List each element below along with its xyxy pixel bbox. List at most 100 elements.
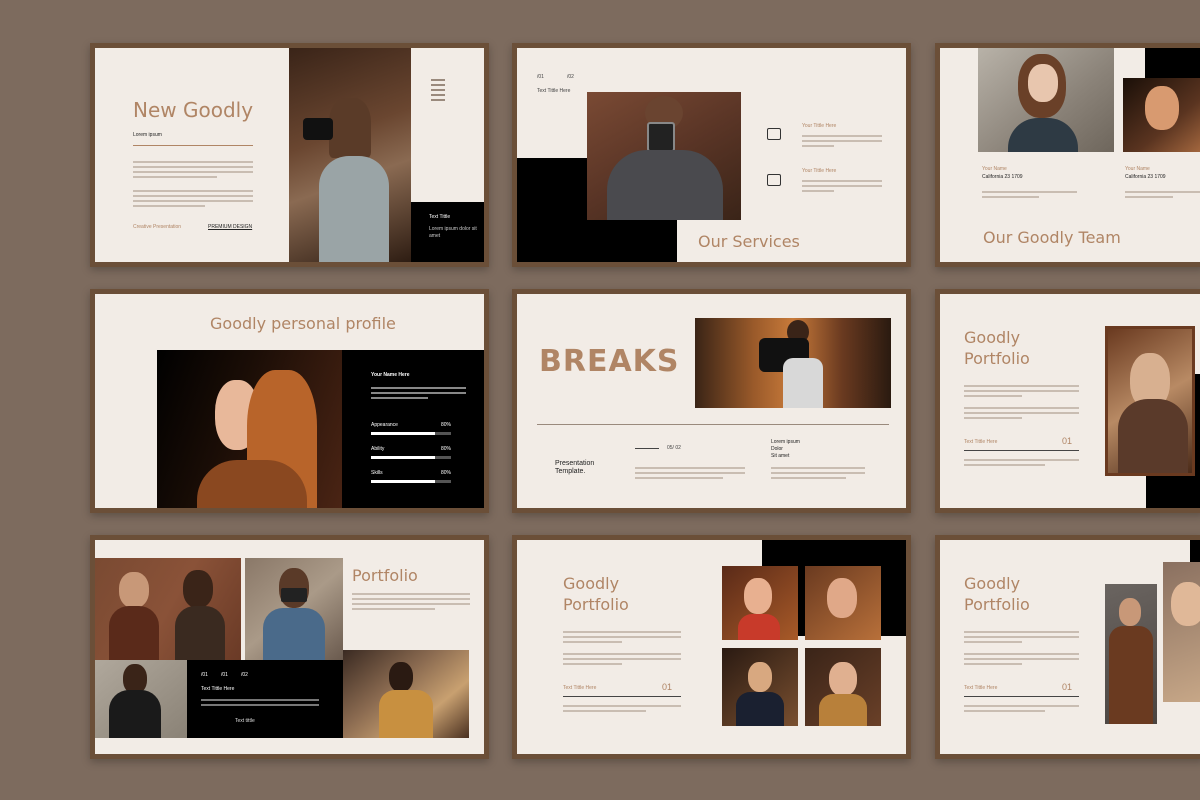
- skill-bar: [371, 480, 451, 483]
- body-text: [964, 382, 1079, 422]
- portfolio-photo-1: [95, 558, 241, 660]
- slide-title: Our Services: [698, 232, 800, 251]
- divider: [537, 424, 889, 425]
- skill-label: Appearance: [371, 422, 398, 428]
- footer-right: PREMIUM DESIGN: [208, 224, 253, 230]
- grid-photo-2: [805, 566, 881, 640]
- body-text: [352, 590, 470, 613]
- box-text: Lorem ipsum dolor sit amet: [429, 226, 477, 239]
- chart-icon: [767, 174, 781, 186]
- name-1: Your Name: [982, 166, 1007, 172]
- monitor-icon: [767, 128, 781, 140]
- skill-label: Ability: [371, 446, 385, 452]
- item-text: [964, 456, 1079, 469]
- label-01a: /01: [201, 672, 208, 678]
- divider: [563, 696, 681, 697]
- team-photo-2: [1123, 78, 1200, 152]
- slide-breaks[interactable]: BREAKS Presentation Template. 05/ 02 Lor…: [512, 289, 911, 513]
- panel-foot: Text tittle: [235, 718, 255, 724]
- slide-title: Goodly personal profile: [210, 314, 396, 333]
- slide-goodly-portfolio-3[interactable]: Goodly Portfolio Text Tittle Here 01: [935, 535, 1200, 759]
- meta-1: Lorem ipsum: [771, 439, 800, 445]
- profile-name: Your Name Here: [371, 372, 410, 378]
- body-text: [563, 628, 681, 668]
- portfolio-photo-2: [245, 558, 343, 660]
- item-text: [563, 702, 681, 715]
- portfolio-photo-man: [1105, 584, 1157, 724]
- page-rule: [635, 448, 659, 449]
- portfolio-photo-4: [343, 650, 469, 738]
- skill-bar: [371, 432, 451, 435]
- panel-text: [201, 696, 319, 709]
- item1-title: Your Tittle Here: [802, 123, 837, 129]
- skill-value: 80%: [440, 422, 451, 428]
- skill-item: Appearance 80%: [371, 422, 451, 446]
- label-02: /02: [567, 74, 574, 80]
- label-01b: /01: [221, 672, 228, 678]
- meta-3: Sit amet: [771, 453, 790, 459]
- item1-text: [802, 132, 882, 150]
- role-2: California 23 1709: [1125, 174, 1166, 180]
- skill-list: Appearance 80% Ability 80% Skills 80%: [371, 422, 451, 494]
- slide-subtitle: Lorem ipsum: [133, 132, 162, 138]
- side-labels: [431, 76, 445, 104]
- item2-title: Your Tittle Here: [802, 168, 837, 174]
- grid-photo-4: [805, 648, 881, 726]
- slide-title: Our Goodly Team: [983, 228, 1121, 247]
- portfolio-photo-3: [95, 660, 187, 738]
- slide-new-goodly[interactable]: New Goodly Lorem ipsum Creative Presenta…: [90, 43, 489, 267]
- slide-title: Portfolio: [352, 566, 418, 585]
- slide-our-services[interactable]: /01 /02 Text Tittle Here Your Tittle Her…: [512, 43, 911, 267]
- divider: [964, 696, 1079, 697]
- meta-text: [771, 464, 865, 482]
- skill-item: Ability 80%: [371, 446, 451, 470]
- bio-1: [982, 188, 1077, 201]
- text-title: Text Tittle Here: [964, 685, 998, 691]
- dark-panel: /01 /01 /02 Text Tittle Here Text tittle: [187, 660, 343, 738]
- profile-text: [371, 384, 466, 402]
- skill-value: 80%: [440, 446, 451, 452]
- divider: [964, 450, 1079, 451]
- slide-team[interactable]: Your Name California 23 1709 Your Name C…: [935, 43, 1200, 267]
- caption: Presentation Template.: [555, 460, 595, 475]
- slide-title-line1: Goodly: [964, 328, 1021, 347]
- text-title: Text Tittle Here: [964, 439, 998, 445]
- slide-title-line1: Goodly: [563, 574, 620, 593]
- camera-forest-photo: [695, 318, 891, 408]
- slide-title: New Goodly: [133, 98, 254, 122]
- skill-bar: [371, 456, 451, 459]
- item-text: [964, 702, 1079, 715]
- profile-photo: [157, 350, 342, 508]
- body-text: [133, 158, 253, 210]
- grid-photo-1: [722, 566, 798, 640]
- slide-title-line1: Goodly: [964, 574, 1021, 593]
- slide-title-line2: Portfolio: [964, 349, 1030, 368]
- panel-title: Text Tittle Here: [201, 686, 235, 692]
- skill-item: Skills 80%: [371, 470, 451, 494]
- slide-personal-profile[interactable]: Goodly personal profile Your Name Here A…: [90, 289, 489, 513]
- box-title: Text Tittle: [429, 214, 451, 220]
- team-photo-1: [978, 48, 1114, 152]
- portfolio-photo-woman: [1163, 562, 1200, 702]
- body-text: [964, 628, 1079, 668]
- item-number: 01: [662, 682, 673, 692]
- slide-goodly-portfolio-2[interactable]: Goodly Portfolio Text Tittle Here 01: [512, 535, 911, 759]
- item-number: 01: [1062, 436, 1073, 446]
- divider: [133, 145, 253, 146]
- skill-value: 80%: [440, 470, 451, 476]
- page-number: 05/ 02: [667, 445, 681, 451]
- camera-photo: [587, 92, 741, 220]
- footer-left: Creative Presentation: [133, 224, 182, 230]
- slide-goodly-portfolio-1[interactable]: Goodly Portfolio Text Tittle Here 01: [935, 289, 1200, 513]
- text-title: Text Tittle Here: [563, 685, 597, 691]
- dark-block: [1145, 48, 1200, 78]
- meta-2: Dolor: [771, 446, 783, 452]
- role-1: California 23 1709: [982, 174, 1023, 180]
- small-title: Text Tittle Here: [537, 88, 571, 94]
- slide-portfolio-grid[interactable]: Portfolio /01 /01 /02 Text Tittle Here T…: [90, 535, 489, 759]
- bio-2: [1125, 188, 1200, 201]
- slide-title-line2: Portfolio: [964, 595, 1030, 614]
- dark-box: Text Tittle Lorem ipsum dolor sit amet: [411, 202, 484, 262]
- grid-photo-3: [722, 648, 798, 726]
- photographer-photo: [289, 48, 411, 262]
